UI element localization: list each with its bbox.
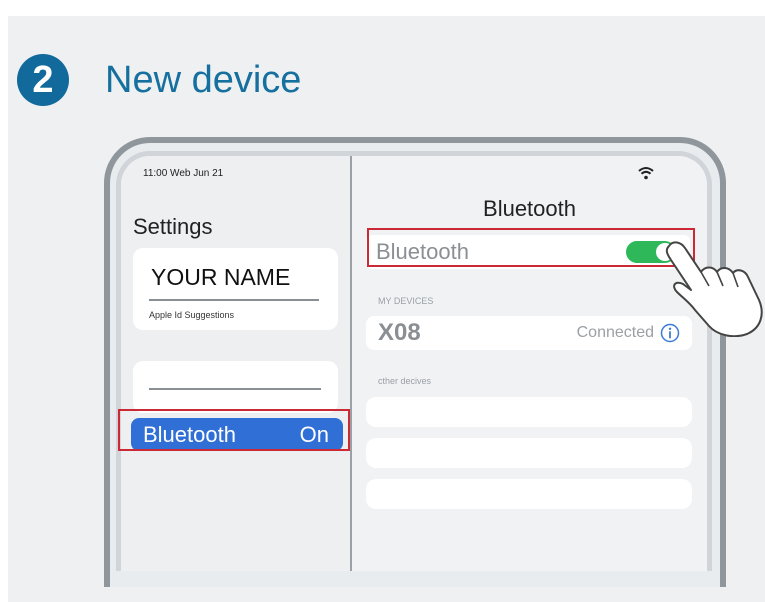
settings-sidebar: 11:00 Web Jun 21 Settings YOUR NAME Appl…	[121, 156, 352, 571]
other-device-row[interactable]	[366, 438, 692, 468]
my-devices-header: MY DEVICES	[378, 296, 434, 306]
profile-subtitle: Apple Id Suggestions	[149, 310, 235, 320]
placeholder-line	[149, 388, 321, 390]
device-status: Connected	[576, 324, 654, 341]
profile-name: YOUR NAME	[151, 264, 291, 290]
step-number-badge: 2	[17, 54, 69, 106]
device-name: X08	[378, 319, 421, 346]
settings-group-placeholder[interactable]	[133, 361, 338, 413]
wifi-icon	[638, 167, 654, 180]
settings-title: Settings	[133, 214, 213, 239]
profile-card[interactable]: YOUR NAME Apple Id Suggestions	[133, 248, 338, 330]
highlight-box-bluetooth-toggle	[367, 228, 695, 267]
other-devices-header: cther decives	[378, 376, 432, 386]
bluetooth-pane: Bluetooth Bluetooth MY DEVICES X08 Conne…	[352, 156, 707, 571]
pointing-hand-icon	[665, 241, 763, 337]
pane-title: Bluetooth	[483, 196, 576, 221]
other-device-row[interactable]	[366, 397, 692, 427]
profile-divider	[149, 299, 319, 301]
status-time: 11:00 Web Jun 21	[143, 168, 224, 179]
device-row-x08[interactable]: X08 Connected	[366, 316, 692, 350]
highlight-box-sidebar-bluetooth	[118, 409, 350, 451]
step-title: New device	[105, 59, 302, 101]
tablet-screen: 11:00 Web Jun 21 Settings YOUR NAME Appl…	[116, 151, 712, 571]
other-device-row[interactable]	[366, 479, 692, 509]
